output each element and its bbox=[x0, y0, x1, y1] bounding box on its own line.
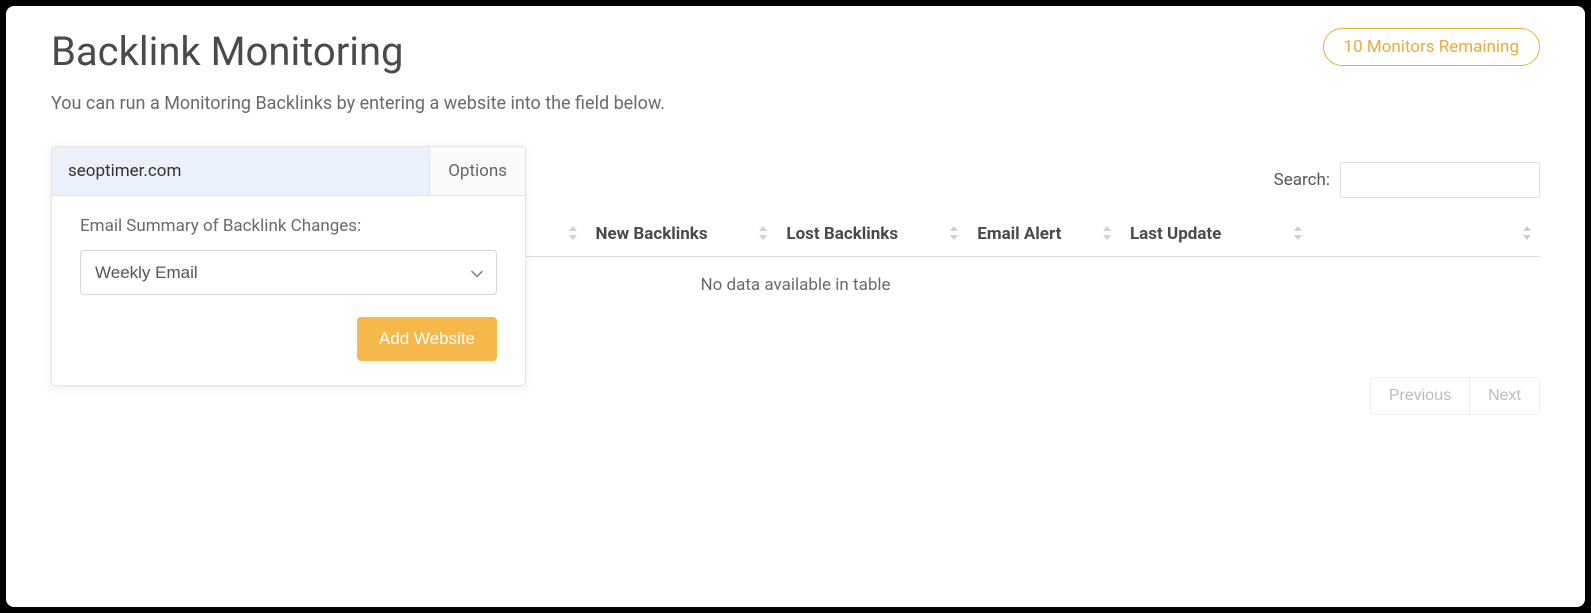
previous-button[interactable]: Previous bbox=[1370, 377, 1470, 415]
page-subtitle: You can run a Monitoring Backlinks by en… bbox=[51, 93, 1540, 114]
email-frequency-select-wrap: Weekly Email bbox=[80, 250, 497, 295]
email-summary-label: Email Summary of Backlink Changes: bbox=[80, 216, 497, 236]
col-email-alert[interactable]: Email Alert bbox=[967, 212, 1120, 257]
next-button[interactable]: Next bbox=[1470, 377, 1540, 415]
monitors-remaining-badge: 10 Monitors Remaining bbox=[1323, 28, 1540, 66]
add-website-popover: seoptimer.com Options Email Summary of B… bbox=[51, 146, 526, 386]
popover-tabs: seoptimer.com Options bbox=[52, 147, 525, 196]
sort-icon bbox=[1102, 226, 1112, 240]
page-title: Backlink Monitoring bbox=[51, 28, 404, 75]
search-input[interactable] bbox=[1340, 162, 1540, 198]
col-last-update-label: Last Update bbox=[1130, 224, 1221, 244]
col-new-backlinks[interactable]: New Backlinks bbox=[586, 212, 777, 257]
sort-icon bbox=[568, 226, 578, 240]
sort-icon bbox=[1293, 226, 1303, 240]
col-lost-backlinks-label: Lost Backlinks bbox=[786, 224, 898, 244]
sort-icon bbox=[758, 226, 768, 240]
col-email-alert-label: Email Alert bbox=[977, 224, 1061, 244]
search-label: Search: bbox=[1274, 170, 1330, 190]
col-actions[interactable] bbox=[1311, 212, 1540, 257]
col-new-backlinks-label: New Backlinks bbox=[596, 224, 708, 244]
email-frequency-select[interactable]: Weekly Email bbox=[80, 250, 497, 295]
header-row: Backlink Monitoring 10 Monitors Remainin… bbox=[51, 28, 1540, 93]
options-tab[interactable]: Options bbox=[429, 147, 525, 195]
popover-body: Email Summary of Backlink Changes: Weekl… bbox=[52, 196, 525, 385]
add-website-button[interactable]: Add Website bbox=[357, 317, 497, 361]
website-input-tab[interactable]: seoptimer.com bbox=[52, 147, 429, 195]
sort-icon bbox=[949, 226, 959, 240]
sort-icon bbox=[1522, 226, 1532, 240]
page-frame: Backlink Monitoring 10 Monitors Remainin… bbox=[6, 6, 1585, 607]
popover-actions: Add Website bbox=[80, 317, 497, 361]
col-lost-backlinks[interactable]: Lost Backlinks bbox=[776, 212, 967, 257]
col-last-update[interactable]: Last Update bbox=[1120, 212, 1311, 257]
